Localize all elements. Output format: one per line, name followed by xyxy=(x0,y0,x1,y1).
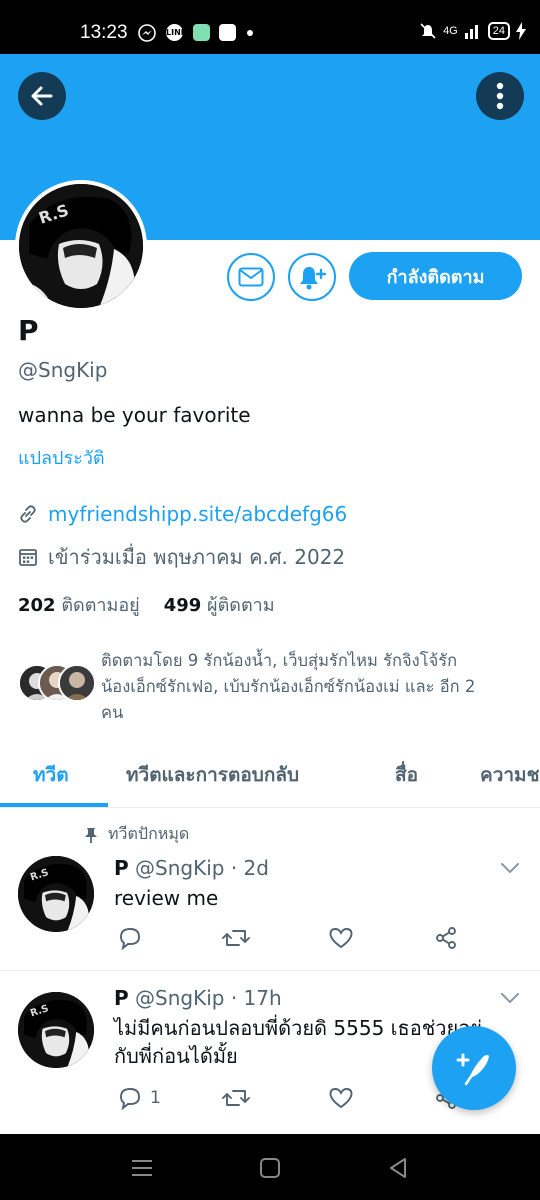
app-icon xyxy=(193,24,210,41)
profile-link[interactable]: myfriendshipp.site/abcdefg66 xyxy=(48,502,347,526)
avatar-image: R.S xyxy=(19,184,143,308)
back-nav-icon[interactable] xyxy=(388,1157,408,1179)
follower-avatar xyxy=(58,664,96,702)
following-link[interactable]: 202 ติดตามอยู่ xyxy=(18,590,140,619)
reply-icon xyxy=(120,1088,140,1110)
tweet-avatar[interactable]: R.S xyxy=(18,992,94,1068)
tweet-header: P @SngKip · 17h xyxy=(114,986,282,1010)
photos-icon xyxy=(219,24,236,41)
feather-plus-icon xyxy=(456,1053,489,1086)
pin-icon xyxy=(85,827,97,843)
followed-by-text[interactable]: ติดตามโดย 9 รักน้องน้ำ, เว็บสุ่มรักไหม ร… xyxy=(101,648,526,726)
retweet-button[interactable] xyxy=(222,1086,250,1110)
joined-date: เข้าร่วมเมื่อ พฤษภาคม ค.ศ. 2022 xyxy=(48,545,346,569)
calendar-icon xyxy=(19,549,37,566)
followed-by-avatars xyxy=(18,664,98,704)
tab-tweets-and-replies[interactable]: ทวีตและการตอบกลับ xyxy=(126,760,299,790)
follow-counts: 202 ติดตามอยู่ 499 ผู้ติดตาม xyxy=(18,590,275,619)
line-icon: LINE xyxy=(166,24,186,41)
like-button[interactable] xyxy=(328,1086,354,1110)
following-button[interactable]: กำลังติดตาม xyxy=(349,252,522,300)
tweet-text-line: ไม่มีคนก่อนปลอบพี่ด้วยดิ 5555 เธอช่วยอยู… xyxy=(114,1016,482,1040)
tweet-author-handle: @SngKip xyxy=(135,856,225,880)
tweet-text: review me xyxy=(114,884,218,912)
following-count: 202 xyxy=(18,595,56,616)
followed-by-line: คน xyxy=(101,703,124,722)
mail-icon xyxy=(238,267,264,287)
back-button[interactable] xyxy=(18,72,66,120)
status-time: 13:23 xyxy=(80,22,128,43)
home-icon[interactable] xyxy=(259,1157,281,1179)
tweet-author-name[interactable]: P xyxy=(114,986,129,1010)
following-label: ติดตามอยู่ xyxy=(61,595,140,616)
heart-icon xyxy=(329,928,353,949)
tab-likes[interactable]: ความชอบ xyxy=(480,760,540,790)
arrow-left-icon xyxy=(31,86,53,106)
tab-media[interactable]: สื่อ xyxy=(395,760,418,790)
tweet-time: · 2d xyxy=(230,856,269,880)
followed-by-line: น้องเอ็กซ์รักเฟอ, เบ้บรักน้องเอ็กซ์รักน้… xyxy=(101,677,476,696)
tweet-avatar[interactable]: R.S xyxy=(18,856,94,932)
signal-icon xyxy=(464,25,478,39)
profile-tabs: ทวีต ทวีตและการตอบกลับ สื่อ ความชอบ xyxy=(0,742,540,808)
avatar-image: R.S xyxy=(18,856,94,932)
notification-dot xyxy=(247,30,253,36)
tweet-text-line: review me xyxy=(114,886,219,910)
battery-level: 24 xyxy=(487,22,510,40)
more-options-button[interactable] xyxy=(476,72,524,120)
tweet-actions: 1 xyxy=(114,1086,474,1116)
like-button[interactable] xyxy=(328,926,354,950)
network-type: 4G xyxy=(443,25,458,37)
share-button[interactable] xyxy=(434,926,458,950)
tweet-time: · 17h xyxy=(230,986,282,1010)
recent-apps-icon[interactable] xyxy=(131,1159,153,1177)
reply-icon xyxy=(120,928,140,950)
tweet-author-handle: @SngKip xyxy=(135,986,225,1010)
profile-name: P xyxy=(18,314,39,347)
tweet-divider xyxy=(0,970,540,971)
profile-bio: wanna be your favorite xyxy=(18,403,251,427)
bell-plus-icon xyxy=(300,267,326,290)
chevron-down-icon[interactable] xyxy=(500,862,520,874)
more-vertical-icon xyxy=(496,82,504,110)
system-nav-bar xyxy=(0,1134,540,1200)
tweet-text: ไม่มีคนก่อนปลอบพี่ด้วยดิ 5555 เธอช่วยอยู… xyxy=(114,1014,482,1070)
tweet-text-line: กับพี่ก่อนได้มั้ย xyxy=(114,1044,238,1068)
tweet-actions xyxy=(114,926,474,956)
retweet-icon xyxy=(222,1090,250,1106)
active-tab-indicator xyxy=(0,803,108,807)
followed-by-line: ติดตามโดย 9 รักน้องน้ำ, เว็บสุ่มรักไหม ร… xyxy=(101,651,458,670)
tab-tweets[interactable]: ทวีต xyxy=(33,760,69,790)
profile-avatar[interactable]: R.S xyxy=(15,180,147,312)
joined-row: เข้าร่วมเมื่อ พฤษภาคม ค.ศ. 2022 xyxy=(18,541,345,573)
profile-handle: @SngKip xyxy=(18,358,108,382)
notify-button[interactable] xyxy=(288,253,336,301)
profile-link-row: myfriendshipp.site/abcdefg66 xyxy=(18,502,347,526)
reply-button[interactable]: 1 xyxy=(118,1086,161,1110)
mute-icon xyxy=(420,23,436,39)
tweet-author-name[interactable]: P xyxy=(114,856,129,880)
share-icon xyxy=(436,927,456,949)
compose-tweet-button[interactable] xyxy=(432,1026,516,1110)
retweet-button[interactable] xyxy=(222,926,250,950)
translate-bio-link[interactable]: แปลประวัติ xyxy=(18,443,105,472)
message-button[interactable] xyxy=(227,253,275,301)
heart-icon xyxy=(329,1088,353,1109)
charging-icon xyxy=(516,22,526,40)
pinned-label: ทวีตปักหมุด xyxy=(108,824,190,843)
status-bar: 13:23 LINE 4G 24 xyxy=(0,0,540,54)
avatar-image: R.S xyxy=(18,992,94,1068)
followers-label: ผู้ติดตาม xyxy=(207,595,275,616)
pinned-indicator: ทวีตปักหมุด xyxy=(84,822,189,847)
reply-button[interactable] xyxy=(118,926,142,950)
followers-count: 499 xyxy=(163,595,202,616)
tweet-header: P @SngKip · 2d xyxy=(114,856,269,880)
status-indicators: 4G 24 xyxy=(419,22,526,40)
followers-link[interactable]: 499 ผู้ติดตาม xyxy=(164,590,275,619)
chevron-down-icon[interactable] xyxy=(500,992,520,1004)
messenger-icon xyxy=(138,24,156,42)
retweet-icon xyxy=(222,930,250,946)
link-icon xyxy=(20,505,36,523)
reply-count: 1 xyxy=(150,1088,161,1108)
